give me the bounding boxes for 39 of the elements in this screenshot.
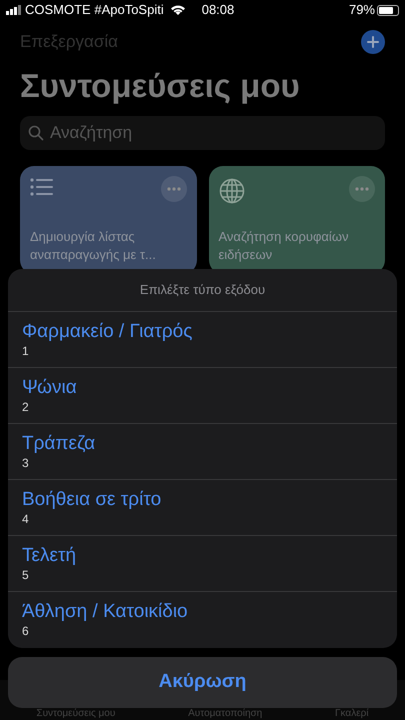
cancel-button[interactable]: Ακύρωση [8, 657, 397, 708]
signal-icon [6, 5, 22, 15]
add-button[interactable] [361, 30, 385, 54]
option-label: Τράπεζα [22, 432, 96, 456]
sheet-title: Επιλέξτε τύπο εξόδου [8, 269, 397, 312]
option-number: 4 [22, 512, 30, 526]
option-number: 3 [22, 456, 30, 470]
wifi-icon [170, 4, 186, 16]
clock-time: 08:08 [202, 1, 234, 20]
option-number: 1 [22, 344, 30, 358]
option-row[interactable]: Τελετή 5 [8, 536, 397, 592]
option-label: Άθληση / Κατοικίδιο [22, 600, 189, 624]
ellipsis-icon [166, 187, 180, 191]
more-button[interactable] [160, 176, 186, 202]
option-label: Βοήθεια σε τρίτο [22, 488, 162, 512]
carrier-name: COSMOTE #ApoToSpiti [25, 1, 164, 20]
option-number: 2 [22, 400, 30, 414]
option-row[interactable]: Ψώνια 2 [8, 368, 397, 424]
option-row[interactable]: Βοήθεια σε τρίτο 4 [8, 480, 397, 536]
more-button[interactable] [349, 176, 375, 202]
option-row[interactable]: Φαρμακείο / Γιατρός 1 [8, 312, 397, 368]
search-icon [28, 125, 44, 141]
option-label: Τελετή [22, 544, 78, 568]
option-label: Ψώνια [22, 376, 78, 400]
ellipsis-icon [355, 187, 369, 191]
shortcut-title: Αναζήτηση κορυφαίων ειδήσεων [218, 228, 350, 264]
option-label: Φαρμακείο / Γιατρός [22, 320, 194, 344]
battery-percent: 79% [348, 1, 375, 20]
search-field[interactable]: Αναζήτηση [20, 116, 385, 150]
globe-icon [218, 178, 244, 204]
plus-icon [367, 36, 379, 48]
option-number: 5 [22, 568, 30, 582]
shortcut-title: Δημιουργία λίστας αναπαραγωγής με τ... [30, 228, 157, 264]
option-row[interactable]: Άθληση / Κατοικίδιο 6 [8, 592, 397, 648]
battery-icon [377, 4, 399, 16]
option-number: 6 [22, 624, 30, 638]
page-title: Συντομεύσεις μου [19, 66, 301, 106]
option-row[interactable]: Τράπεζα 3 [8, 424, 397, 480]
list-icon [30, 178, 54, 196]
